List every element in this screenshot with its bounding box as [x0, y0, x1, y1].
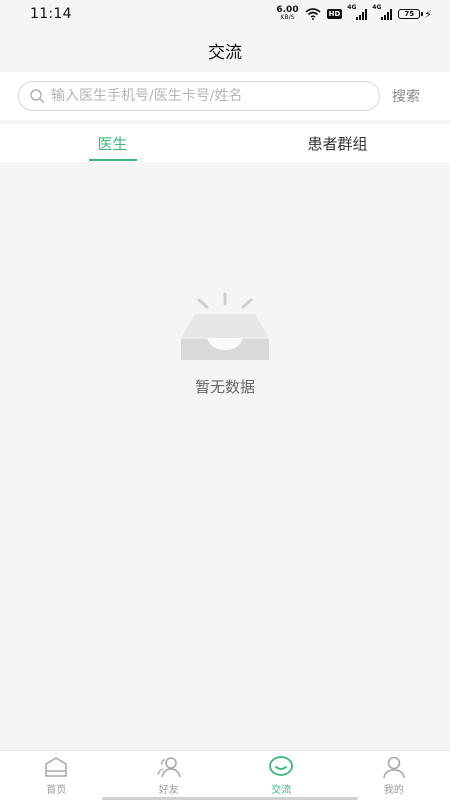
search-icon	[30, 89, 45, 104]
bottom-nav: 首页 好友 交流 我的	[0, 750, 450, 800]
charging-icon: ⚡	[424, 7, 432, 21]
network-speed-value: 6.00	[276, 5, 299, 15]
empty-state: 暂无数据	[0, 292, 450, 397]
search-input[interactable]	[51, 88, 369, 104]
nav-item-chat[interactable]: 交流	[225, 751, 338, 800]
signal-type-label: 4G	[372, 4, 382, 11]
nav-item-friends[interactable]: 好友	[113, 751, 226, 800]
profile-icon	[382, 756, 405, 779]
header: 交流	[0, 28, 450, 72]
status-bar: 11:14 6.00 KB/S HD 4G 4G 75 ⚡	[0, 0, 450, 28]
network-speed-unit: KB/S	[280, 14, 295, 21]
empty-tray-icon	[181, 292, 269, 360]
page-title: 交流	[208, 42, 242, 63]
home-icon	[45, 757, 68, 777]
signal-type-label: 4G	[347, 4, 357, 11]
nav-label-home: 首页	[46, 785, 67, 796]
wifi-icon	[305, 8, 321, 20]
hd-badge: HD	[326, 9, 343, 19]
tab-patient-groups[interactable]: 患者群组	[225, 124, 450, 162]
tab-bar: 医生 患者群组	[0, 124, 450, 162]
nav-item-home[interactable]: 首页	[0, 751, 113, 800]
nav-label-friends: 好友	[158, 785, 179, 796]
signal-strength-icon-1: 4G	[347, 4, 368, 20]
status-indicators: 6.00 KB/S HD 4G 4G 75 ⚡	[276, 4, 432, 22]
signal-strength-icon-2: 4G	[372, 4, 393, 20]
search-section: 搜索	[0, 72, 450, 120]
chat-icon	[269, 756, 294, 776]
search-button[interactable]: 搜索	[392, 86, 420, 106]
empty-message: 暂无数据	[194, 378, 255, 396]
friends-icon	[157, 757, 181, 778]
status-time: 11:14	[30, 6, 72, 22]
battery-icon: 75 ⚡	[398, 8, 432, 21]
search-box[interactable]	[18, 81, 380, 111]
battery-level: 75	[398, 9, 421, 19]
network-speed: 6.00 KB/S	[276, 5, 299, 22]
nav-label-profile: 我的	[383, 785, 404, 796]
tab-doctors[interactable]: 医生	[0, 124, 225, 162]
nav-item-profile[interactable]: 我的	[338, 751, 450, 800]
nav-label-chat: 交流	[271, 785, 292, 796]
